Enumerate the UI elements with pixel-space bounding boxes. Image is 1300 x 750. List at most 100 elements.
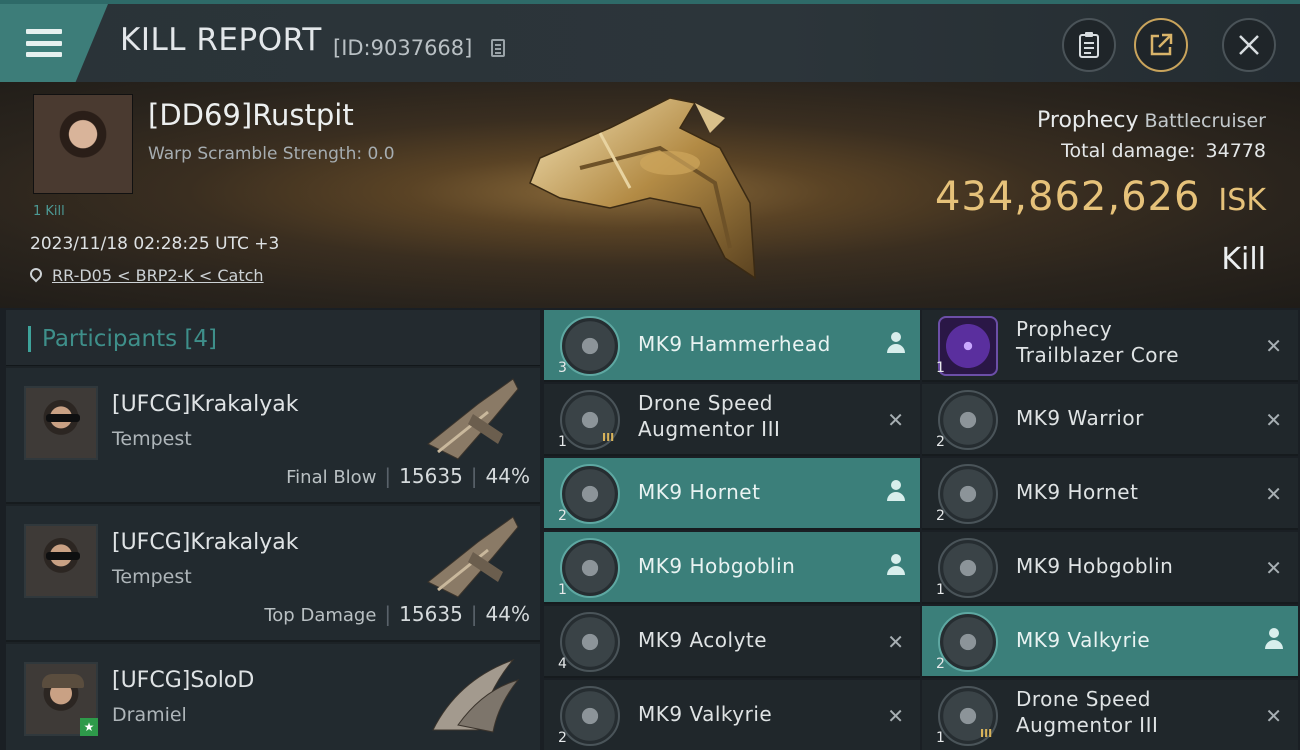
participants-header: Participants [4] bbox=[6, 310, 540, 366]
participant-ship: Dramiel bbox=[112, 704, 187, 726]
participant-row[interactable]: [UFCG]Krakalyak Tempest Top Damage | 15635… bbox=[6, 506, 540, 642]
item-row[interactable]: 1 MK9 Hobgoblin ✕ bbox=[922, 532, 1298, 604]
result-label: Kill bbox=[1221, 242, 1266, 277]
total-damage-value: 34778 bbox=[1205, 140, 1266, 162]
item-row[interactable]: 3 MK9 Hammerhead bbox=[544, 310, 920, 382]
drone-icon bbox=[938, 538, 998, 598]
drone-icon bbox=[560, 316, 620, 376]
copy-icon[interactable] bbox=[491, 39, 505, 57]
item-name: MK9 Hammerhead bbox=[638, 332, 831, 356]
participant-avatar[interactable] bbox=[24, 524, 98, 598]
kill-count: 1 Kill bbox=[33, 204, 65, 219]
item-row[interactable]: 2 MK9 Hornet bbox=[544, 458, 920, 530]
item-row[interactable]: III 1 Drone Speed Augmentor III ✕ bbox=[544, 384, 920, 456]
item-quantity: 2 bbox=[936, 508, 945, 524]
item-name: Prophecy Trailblazer Core bbox=[1016, 317, 1180, 367]
participant-ship-image bbox=[427, 516, 519, 598]
ship-name: Prophecy bbox=[1037, 108, 1139, 133]
star-icon: ★ bbox=[80, 718, 98, 736]
share-button[interactable] bbox=[1134, 18, 1188, 72]
item-name: MK9 Hornet bbox=[1016, 480, 1139, 504]
item-tier: III bbox=[980, 727, 993, 740]
participant-stats: Final Blow | 15635 | 44% bbox=[286, 464, 530, 488]
total-damage: Total damage: 34778 bbox=[1061, 140, 1266, 162]
participant-avatar[interactable]: ★ bbox=[24, 662, 98, 736]
remove-icon[interactable]: ✕ bbox=[1265, 408, 1282, 432]
item-row[interactable]: III 1 Drone Speed Augmentor III ✕ bbox=[922, 680, 1298, 750]
victim-ship[interactable]: Prophecy Battlecruiser bbox=[1037, 108, 1266, 133]
remove-icon[interactable]: ✕ bbox=[887, 704, 904, 728]
person-icon[interactable] bbox=[886, 480, 906, 502]
remove-icon[interactable]: ✕ bbox=[1265, 556, 1282, 580]
participants-title: Participants [4] bbox=[42, 326, 217, 352]
person-icon[interactable] bbox=[1264, 628, 1284, 650]
kill-location[interactable]: RR-D05 < BRP2-K < Catch bbox=[27, 265, 264, 285]
item-name: MK9 Hornet bbox=[638, 480, 761, 504]
item-quantity: 2 bbox=[936, 434, 945, 450]
remove-icon[interactable]: ✕ bbox=[1265, 482, 1282, 506]
item-quantity: 2 bbox=[936, 656, 945, 672]
warp-scramble-strength: Warp Scramble Strength: 0.0 bbox=[148, 144, 395, 164]
item-quantity: 2 bbox=[558, 730, 567, 746]
remove-icon[interactable]: ✕ bbox=[887, 630, 904, 654]
menu-button[interactable] bbox=[0, 4, 108, 82]
victim-ship-image bbox=[529, 97, 756, 280]
item-name: MK9 Warrior bbox=[1016, 406, 1144, 430]
participant-avatar[interactable] bbox=[24, 386, 98, 460]
item-name: MK9 Hobgoblin bbox=[638, 554, 796, 578]
hamburger-icon bbox=[26, 29, 62, 57]
participant-name[interactable]: [UFCG]Krakalyak bbox=[112, 530, 298, 555]
dropped-items-grid: 3 MK9 Hammerhead III 1 Drone Speed Augme… bbox=[544, 310, 1300, 750]
drone-icon bbox=[938, 390, 998, 450]
item-quantity: 1 bbox=[936, 360, 945, 376]
close-button[interactable] bbox=[1222, 18, 1276, 72]
core-icon bbox=[938, 316, 998, 376]
item-quantity: 1 bbox=[936, 730, 945, 746]
participant-name[interactable]: [UFCG]Krakalyak bbox=[112, 392, 298, 417]
person-icon[interactable] bbox=[886, 332, 906, 354]
item-row[interactable]: 2 MK9 Valkyrie bbox=[922, 606, 1298, 678]
participant-percent: 44% bbox=[485, 464, 530, 488]
page-title: KILL REPORT bbox=[120, 22, 322, 58]
participant-ship: Tempest bbox=[112, 566, 192, 588]
clipboard-icon bbox=[1079, 32, 1099, 58]
drone-icon bbox=[560, 464, 620, 524]
participant-ship: Tempest bbox=[112, 428, 192, 450]
item-row[interactable]: 2 MK9 Valkyrie ✕ bbox=[544, 680, 920, 750]
top-bar: KILL REPORT [ID:9037668] bbox=[0, 0, 1300, 82]
person-icon[interactable] bbox=[886, 554, 906, 576]
isk-unit: ISK bbox=[1218, 183, 1266, 218]
participant-ship-image bbox=[427, 378, 519, 460]
victim-name[interactable]: [DD69]Rustpit bbox=[148, 98, 354, 132]
item-row[interactable]: 2 MK9 Hornet ✕ bbox=[922, 458, 1298, 530]
remove-icon[interactable]: ✕ bbox=[1265, 334, 1282, 358]
item-tier: III bbox=[602, 431, 615, 444]
kill-timestamp: 2023/11/18 02:28:25 UTC +3 bbox=[30, 234, 280, 254]
location-link[interactable]: RR-D05 < BRP2-K < Catch bbox=[52, 266, 264, 285]
item-name: MK9 Hobgoblin bbox=[1016, 554, 1174, 578]
victim-summary: [DD69]Rustpit Warp Scramble Strength: 0.… bbox=[0, 82, 1300, 308]
participant-role: Top Damage bbox=[264, 605, 377, 626]
participant-row[interactable]: ★ [UFCG]SoloD Dramiel bbox=[6, 644, 540, 750]
clipboard-button[interactable] bbox=[1062, 18, 1116, 72]
item-row[interactable]: 4 MK9 Acolyte ✕ bbox=[544, 606, 920, 678]
remove-icon[interactable]: ✕ bbox=[887, 408, 904, 432]
item-row[interactable]: 1 Prophecy Trailblazer Core ✕ bbox=[922, 310, 1298, 382]
item-quantity: 1 bbox=[936, 582, 945, 598]
item-quantity: 1 bbox=[558, 434, 567, 450]
victim-avatar[interactable] bbox=[33, 94, 133, 194]
participant-name[interactable]: [UFCG]SoloD bbox=[112, 668, 254, 693]
drone-icon bbox=[560, 686, 620, 746]
item-row[interactable]: 2 MK9 Warrior ✕ bbox=[922, 384, 1298, 456]
drone-icon bbox=[938, 464, 998, 524]
item-name: MK9 Valkyrie bbox=[1016, 628, 1151, 652]
item-quantity: 4 bbox=[558, 656, 567, 672]
close-icon bbox=[1239, 35, 1259, 55]
location-pin-icon bbox=[27, 265, 45, 283]
item-row[interactable]: 1 MK9 Hobgoblin bbox=[544, 532, 920, 604]
isk-value: 434,862,626 ISK bbox=[935, 174, 1266, 220]
participant-damage: 15635 bbox=[399, 464, 463, 488]
remove-icon[interactable]: ✕ bbox=[1265, 704, 1282, 728]
participant-row[interactable]: [UFCG]Krakalyak Tempest Final Blow | 15635… bbox=[6, 368, 540, 504]
isk-amount: 434,862,626 bbox=[934, 174, 1201, 220]
